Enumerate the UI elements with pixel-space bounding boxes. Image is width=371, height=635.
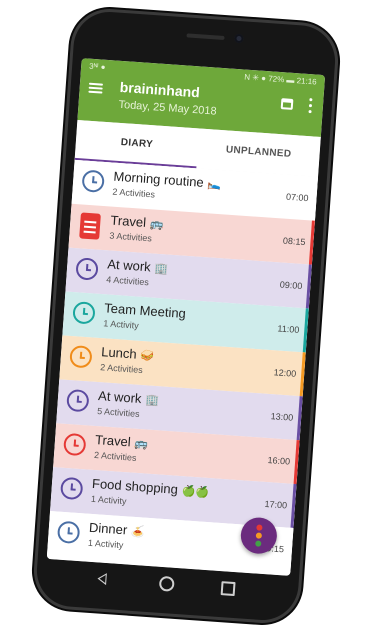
- item-count: 1 Activity: [87, 537, 124, 551]
- recents-icon[interactable]: [220, 581, 236, 597]
- clock-icon: [81, 169, 105, 193]
- clock-icon: [63, 432, 87, 457]
- item-emoji: 🏢: [154, 262, 169, 276]
- item-time: 13:00: [270, 411, 294, 423]
- item-count: 1 Activity: [102, 318, 140, 331]
- item-color-stripe: [302, 308, 309, 353]
- phone-frame: 3ᴺᴵ ● N ✳ ● 72% ▬ 21:16 braininhand Toda…: [34, 9, 338, 623]
- clock-icon: [59, 476, 84, 501]
- clock-icon: [56, 520, 81, 545]
- diary-list: Morning routine 🛌 2 Activities 07:00 Trav…: [46, 159, 319, 576]
- item-emoji: 🛌: [207, 178, 222, 192]
- item-color-stripe: [311, 176, 319, 221]
- item-name: At work: [106, 256, 152, 275]
- item-name: Dinner: [88, 519, 128, 538]
- phone-speaker: [186, 33, 225, 41]
- item-color-stripe: [287, 527, 294, 572]
- item-name: Travel: [109, 212, 147, 230]
- item-time: 12:00: [273, 367, 297, 379]
- item-time: 11:00: [277, 323, 300, 335]
- item-name: Food shopping: [91, 475, 179, 497]
- clock-icon: [66, 388, 90, 413]
- item-time: 16:00: [267, 455, 291, 467]
- item-color-stripe: [293, 440, 300, 485]
- item-color-stripe: [290, 483, 297, 529]
- item-emoji: [189, 309, 190, 321]
- item-count: 2 Activities: [112, 186, 156, 200]
- item-emoji: 🍏🍏: [181, 485, 210, 500]
- item-time: 08:15: [282, 235, 306, 248]
- item-time: 09:00: [279, 279, 303, 292]
- back-icon[interactable]: [97, 572, 107, 586]
- item-color-stripe: [296, 396, 303, 441]
- camera-icon: [234, 33, 244, 44]
- clock-icon: [72, 301, 96, 325]
- item-time: 07:00: [285, 191, 309, 204]
- item-emoji: 🍝: [130, 525, 146, 539]
- status-left: 3ᴺᴵ ●: [88, 61, 106, 72]
- stage: 3ᴺᴵ ● N ✳ ● 72% ▬ 21:16 braininhand Toda…: [0, 0, 371, 635]
- item-count: 2 Activities: [99, 362, 144, 376]
- item-emoji: 🥪: [140, 349, 155, 363]
- item-emoji: 🚌: [149, 218, 165, 232]
- item-count: 1 Activity: [90, 493, 127, 507]
- clock-icon: [75, 257, 99, 281]
- item-count: 5 Activities: [96, 406, 140, 419]
- clock-icon: [69, 345, 93, 369]
- item-emoji: 🚌: [134, 437, 149, 451]
- app-title: braininhand: [119, 78, 201, 101]
- clipboard-icon: [79, 212, 101, 240]
- phone-screen: 3ᴺᴵ ● N ✳ ● 72% ▬ 21:16 braininhand Toda…: [46, 58, 326, 576]
- item-time: 17:00: [264, 498, 288, 511]
- item-count: 2 Activities: [93, 449, 137, 463]
- item-count: 3 Activities: [109, 230, 153, 244]
- calendar-icon[interactable]: [280, 98, 294, 110]
- more-vert-icon[interactable]: [308, 98, 313, 114]
- status-bar: 3ᴺᴵ ● N ✳ ● 72% ▬ 21:16: [81, 58, 325, 89]
- item-name: Lunch: [100, 344, 138, 362]
- item-color-stripe: [308, 220, 315, 265]
- item-name: Team Meeting: [103, 300, 187, 321]
- item-color-stripe: [299, 352, 306, 397]
- item-name: At work: [97, 388, 142, 407]
- item-count: 4 Activities: [106, 274, 150, 288]
- status-right: N ✳ ● 72% ▬ 21:16: [244, 72, 317, 87]
- item-name: Travel: [94, 431, 132, 450]
- item-color-stripe: [305, 264, 312, 309]
- item-emoji: 🏢: [144, 394, 160, 408]
- app-subtitle: Today, 25 May 2018: [118, 98, 217, 118]
- home-icon[interactable]: [158, 575, 175, 592]
- hamburger-menu-icon[interactable]: [87, 81, 106, 96]
